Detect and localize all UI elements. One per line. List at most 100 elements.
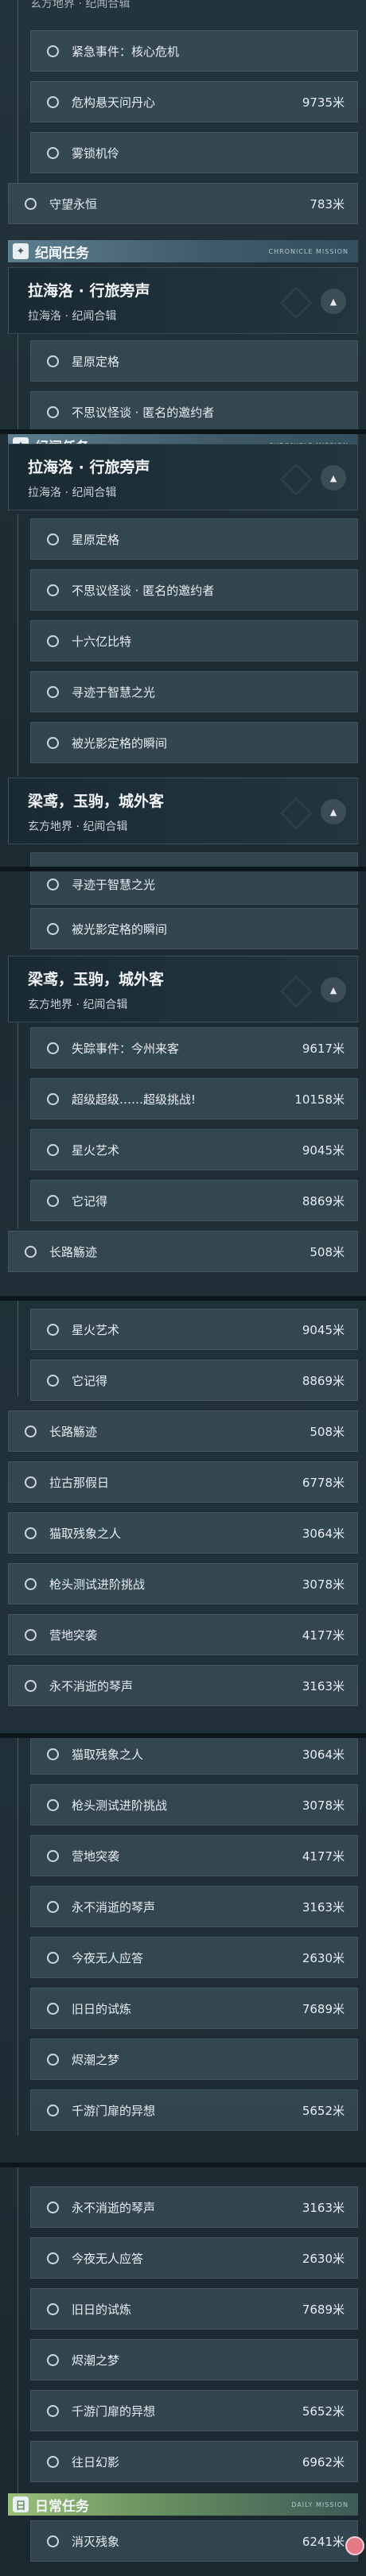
mission-row[interactable]: 危构悬天问丹心 9735米 bbox=[30, 81, 358, 122]
mission-row[interactable]: 旧日的试炼 7689米 bbox=[30, 1988, 358, 2029]
mission-row[interactable]: 十六亿比特 bbox=[30, 620, 358, 661]
mission-row[interactable]: 长路觞迹 508米 bbox=[8, 1410, 358, 1452]
mission-row[interactable]: 今夜无人应答 2630米 bbox=[30, 2237, 358, 2279]
mission-row[interactable]: 不思议怪谈 · 匿名的邀约者 bbox=[30, 569, 358, 611]
tracking-marker-icon[interactable] bbox=[345, 2536, 364, 2555]
mission-row[interactable]: 烬潮之梦 bbox=[30, 2339, 358, 2380]
mission-row[interactable]: 枪头测试进阶挑战 3078米 bbox=[30, 1784, 358, 1825]
mission-row[interactable]: 营地突袭 4177米 bbox=[30, 1835, 358, 1876]
group-title: 梁鸢，玉驹，城外客 bbox=[28, 971, 165, 988]
circle-icon bbox=[47, 1748, 59, 1760]
mission-row[interactable]: 消灭残象 6241米 bbox=[30, 2520, 358, 2562]
circle-icon bbox=[47, 2455, 59, 2468]
category-tag: CHRONICLE MISSION bbox=[268, 247, 348, 255]
mission-row[interactable]: 往日幻影 6962米 bbox=[30, 2441, 358, 2482]
mission-label: 烬潮之梦 bbox=[72, 2052, 120, 2067]
mission-label: 旧日的试炼 bbox=[72, 2302, 132, 2317]
mission-row[interactable]: 星火艺术 9045米 bbox=[30, 1129, 358, 1170]
mission-label: 拉古那假日 bbox=[49, 1475, 110, 1490]
mission-distance: 3163米 bbox=[302, 1899, 345, 1915]
mission-label: 今夜无人应答 bbox=[72, 2251, 144, 2266]
mission-row[interactable]: 枪头测试进阶挑战 3078米 bbox=[8, 1563, 358, 1604]
mission-row[interactable]: 永不消逝的琴声 3163米 bbox=[8, 1665, 358, 1706]
mission-row[interactable]: 紧急事件：核心危机 bbox=[30, 30, 358, 72]
mission-label: 星原定格 bbox=[72, 532, 120, 547]
watermark-glyph: ◇ bbox=[279, 451, 313, 501]
mission-row[interactable]: 寻迹于智慧之光 bbox=[30, 671, 358, 712]
mission-distance: 9045米 bbox=[302, 1143, 345, 1158]
mission-row[interactable]: 星火艺术 9045米 bbox=[30, 1309, 358, 1350]
mission-row[interactable]: 今夜无人应答 2630米 bbox=[30, 1937, 358, 1978]
daily-icon: 日 bbox=[13, 2496, 29, 2512]
collapse-caret-icon[interactable]: ▲ bbox=[321, 465, 346, 491]
circle-icon bbox=[47, 2302, 59, 2315]
mission-distance: 3064米 bbox=[302, 1747, 345, 1762]
circle-icon bbox=[47, 45, 59, 57]
mission-label: 营地突袭 bbox=[49, 1627, 98, 1643]
mission-row[interactable]: 长路觞迹 508米 bbox=[8, 1231, 358, 1272]
mission-row[interactable]: 失踪事件：今州来客 9617米 bbox=[30, 1027, 358, 1069]
screenshot-panel: 猫取残象之人 3064米枪头测试进阶挑战 3078米 营地突袭 4177米 永不消逝的琴声… bbox=[0, 1738, 366, 2163]
circle-icon bbox=[47, 2201, 59, 2213]
mission-label: 长路觞迹 bbox=[49, 1244, 98, 1259]
mission-row[interactable]: 星原定格 bbox=[30, 340, 358, 382]
mission-label: 它记得 bbox=[72, 1193, 108, 1208]
mission-label: 寻迹于智慧之光 bbox=[72, 877, 156, 892]
mission-label: 猫取残象之人 bbox=[72, 1747, 144, 1762]
mission-row[interactable]: 营地突袭 4177米 bbox=[8, 1614, 358, 1655]
circle-icon bbox=[47, 2353, 59, 2366]
mission-row[interactable]: 旧日的试炼 7689米 bbox=[30, 2288, 358, 2330]
chronicle-icon: ✦ bbox=[13, 243, 29, 259]
mission-label: 猫取残象之人 bbox=[49, 1526, 122, 1541]
mission-row[interactable]: 被光影定格的瞬间 bbox=[30, 722, 358, 763]
mission-group-header[interactable]: ◇ 梁鸢，玉驹，城外客 玄方地界 · 纪闻合辑 ▲ bbox=[8, 956, 358, 1022]
circle-icon bbox=[47, 355, 59, 367]
mission-row[interactable]: 烬潮之梦 bbox=[30, 2039, 358, 2080]
mission-row[interactable]: 它记得 8869米 bbox=[30, 1360, 358, 1401]
circle-icon bbox=[47, 2104, 59, 2116]
mission-label: 永不消逝的琴声 bbox=[72, 2200, 156, 2215]
mission-row[interactable]: 千游门扉的异想 5652米 bbox=[30, 2089, 358, 2131]
mission-row[interactable]: 超级超级……超级挑战! 10158米 bbox=[30, 1078, 358, 1119]
mission-row[interactable]: 永不消逝的琴声 3163米 bbox=[30, 2186, 358, 2228]
collapse-caret-icon[interactable]: ▲ bbox=[321, 289, 346, 314]
mission-group-header[interactable]: ◇ 梁鸢，玉驹，城外客 玄方地界 · 纪闻合辑 ▲ bbox=[8, 778, 358, 844]
mission-label: 旧日的试炼 bbox=[72, 2001, 132, 2016]
group-subtitle: 拉海洛 · 纪闻合辑 bbox=[28, 487, 117, 499]
circle-icon bbox=[47, 1900, 59, 1913]
circle-icon bbox=[47, 2053, 59, 2066]
circle-icon bbox=[47, 2535, 59, 2547]
mission-label: 今夜无人应答 bbox=[72, 1950, 144, 1965]
mission-group-header[interactable]: ◇ 拉海洛 · 行旅旁声 拉海洛 · 纪闻合辑 ▲ bbox=[8, 267, 358, 334]
mission-distance: 10158米 bbox=[294, 1092, 345, 1107]
circle-icon bbox=[47, 1042, 59, 1054]
mission-distance: 2630米 bbox=[302, 1950, 345, 1965]
mission-row[interactable]: 寻迹于智慧之光 bbox=[30, 852, 358, 867]
circle-icon bbox=[25, 1679, 37, 1692]
watermark-glyph: ◇ bbox=[279, 785, 313, 835]
mission-distance: 6962米 bbox=[302, 2454, 345, 2469]
mission-distance: 3078米 bbox=[302, 1577, 345, 1592]
mission-label: 千游门扉的异想 bbox=[72, 2103, 156, 2118]
mission-label: 星火艺术 bbox=[72, 1143, 120, 1158]
collapse-caret-icon[interactable]: ▲ bbox=[321, 977, 346, 1003]
group-title: 拉海洛 · 行旅旁声 bbox=[28, 459, 150, 476]
category-header[interactable]: 日日常任务 DAILY MISSION bbox=[8, 2493, 358, 2516]
mission-row[interactable]: 猫取残象之人 3064米 bbox=[8, 1512, 358, 1554]
category-header[interactable]: ✦ 纪闻任务 CHRONICLE MISSION bbox=[8, 240, 358, 262]
mission-row[interactable]: 它记得 8869米 bbox=[30, 1180, 358, 1221]
mission-row[interactable]: 拉古那假日 6778米 bbox=[8, 1461, 358, 1503]
mission-row[interactable]: 寻迹于智慧之光 bbox=[30, 871, 358, 905]
mission-row[interactable]: 永不消逝的琴声 3163米 bbox=[30, 1886, 358, 1927]
mission-row[interactable]: 雾锁机伶 bbox=[30, 132, 358, 173]
mission-row[interactable]: 星原定格 bbox=[30, 518, 358, 560]
collapse-caret-icon[interactable]: ▲ bbox=[321, 799, 346, 824]
mission-row[interactable]: 不思议怪谈 · 匿名的邀约者 bbox=[30, 391, 358, 429]
mission-row[interactable]: 守望永恒 783米 bbox=[8, 183, 358, 224]
category-title: 纪闻任务 bbox=[35, 245, 89, 262]
mission-label: 消灭残象 bbox=[72, 2534, 120, 2549]
mission-row[interactable]: 猫取残象之人 3064米 bbox=[30, 1738, 358, 1775]
mission-row[interactable]: 千游门扉的异想 5652米 bbox=[30, 2390, 358, 2431]
mission-group-header[interactable]: ◇ 拉海洛 · 行旅旁声拉海洛 · 纪闻合辑 ▲ bbox=[8, 444, 358, 510]
mission-row[interactable]: 被光影定格的瞬间 bbox=[30, 908, 358, 949]
